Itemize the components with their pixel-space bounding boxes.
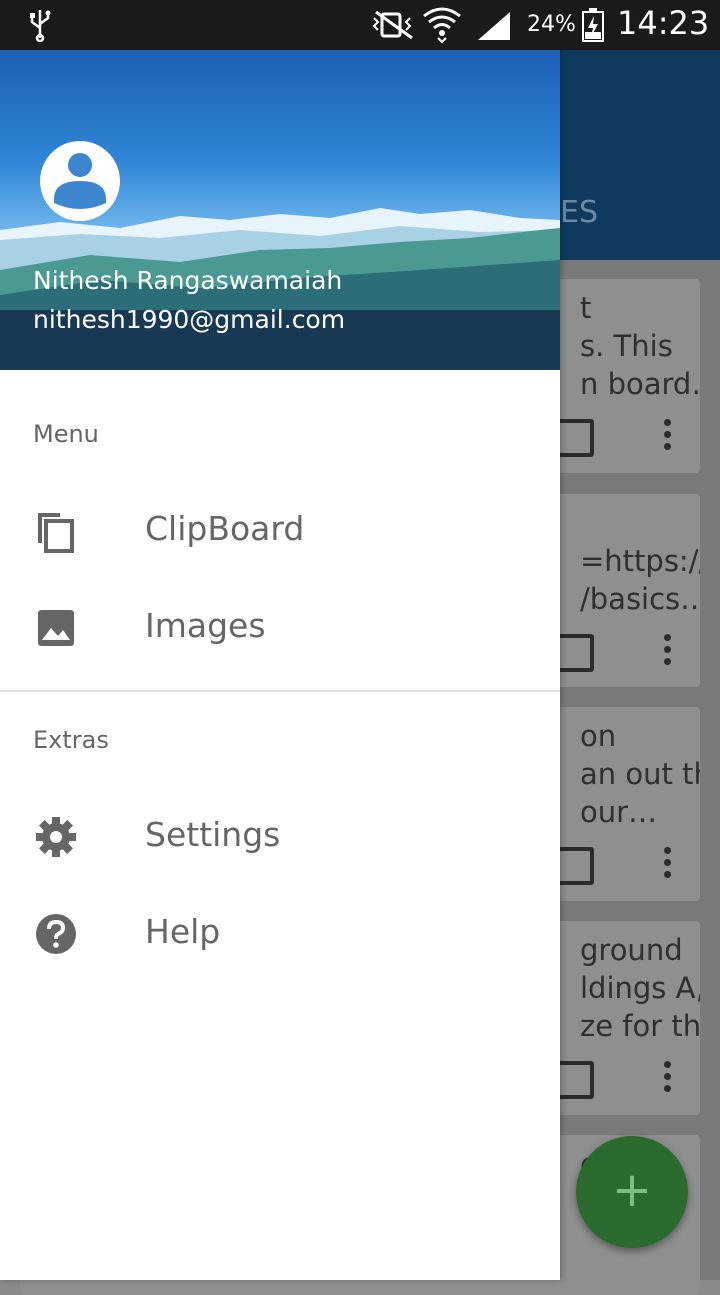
more-vert-icon[interactable] <box>664 419 671 455</box>
copy-icon[interactable] <box>556 634 594 672</box>
wifi-icon <box>423 7 461 44</box>
card-text: on <box>580 719 617 753</box>
card-text: ze for th… <box>580 1009 700 1043</box>
more-vert-icon[interactable] <box>664 1061 671 1097</box>
menu-item-label: ClipBoard <box>145 509 305 548</box>
copy-icon[interactable] <box>556 847 594 885</box>
menu-item-label: Settings <box>145 815 281 854</box>
image-icon <box>38 610 74 646</box>
menu-item-help[interactable]: Help <box>0 886 560 982</box>
status-bar: 24% 14:23 <box>0 0 720 50</box>
more-vert-icon[interactable] <box>664 634 671 670</box>
navigation-drawer: Nithesh Rangaswamaiah nithesh1990@gmail.… <box>0 50 560 1280</box>
menu-item-label: Images <box>145 606 266 645</box>
card-text: n board… <box>580 367 700 401</box>
menu-item-clipboard[interactable]: ClipBoard <box>0 483 560 579</box>
card-text: an out the <box>580 757 700 791</box>
card-text: =https:// <box>580 544 700 578</box>
more-vert-icon[interactable] <box>664 847 671 883</box>
card-text: ldings A, <box>580 971 700 1005</box>
drawer-header: Nithesh Rangaswamaiah nithesh1990@gmail.… <box>0 50 560 370</box>
clock: 14:23 <box>617 4 710 42</box>
add-fab-button[interactable]: + <box>576 1136 688 1248</box>
card-text: t <box>580 291 592 325</box>
card-text: our… <box>580 795 658 829</box>
clipboard-copy-icon <box>38 513 74 553</box>
section-label-extras: Extras <box>33 726 109 754</box>
menu-item-label: Help <box>145 912 221 951</box>
card-text: ground <box>580 933 683 967</box>
signal-icon <box>478 12 510 40</box>
copy-icon[interactable] <box>556 419 594 457</box>
avatar[interactable] <box>40 141 120 221</box>
usb-icon <box>30 10 51 42</box>
battery-percent: 24% <box>527 12 576 37</box>
menu-item-settings[interactable]: Settings <box>0 789 560 885</box>
vibrate-mute-icon <box>372 10 413 40</box>
help-icon <box>36 914 76 954</box>
account-icon <box>54 153 106 209</box>
copy-icon[interactable] <box>556 1061 594 1099</box>
user-name: Nithesh Rangaswamaiah <box>33 266 343 295</box>
menu-item-images[interactable]: Images <box>0 580 560 676</box>
card-text: s. This <box>580 329 673 363</box>
gear-icon <box>36 817 76 857</box>
section-label-menu: Menu <box>33 420 99 448</box>
tab-label-partial[interactable]: ES <box>560 195 598 230</box>
card-text: /basics… <box>580 582 700 616</box>
divider <box>0 690 560 692</box>
battery-icon <box>582 8 604 42</box>
user-email: nithesh1990@gmail.com <box>33 305 346 334</box>
